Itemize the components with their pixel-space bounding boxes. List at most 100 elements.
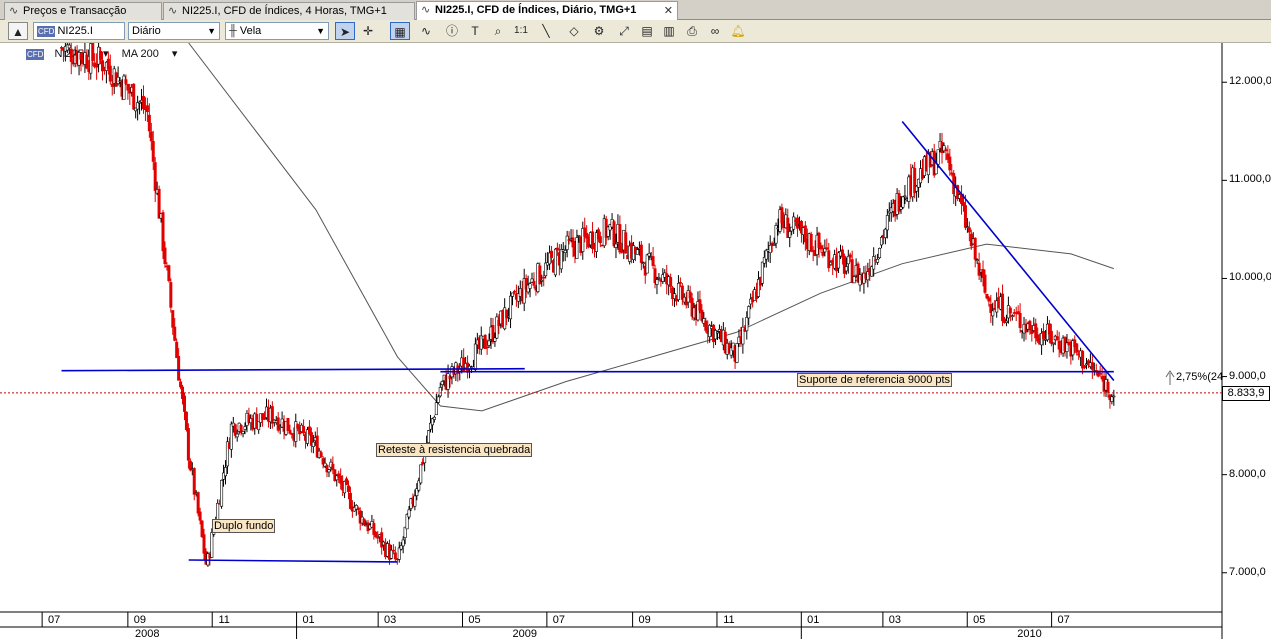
x-tick-label: 11 bbox=[723, 614, 735, 626]
candle-body bbox=[780, 207, 784, 224]
print-icon[interactable]: ⎙ bbox=[682, 22, 702, 40]
cursor-icon[interactable]: ➤ bbox=[335, 22, 355, 40]
candle-body bbox=[827, 250, 831, 269]
candle-body bbox=[319, 452, 323, 457]
candle-body bbox=[936, 149, 940, 165]
candle-body bbox=[883, 228, 887, 238]
expand-icon[interactable]: ⤢ bbox=[614, 22, 634, 40]
candle-body bbox=[356, 507, 360, 510]
candle-body bbox=[735, 343, 739, 363]
candle-body bbox=[655, 279, 659, 285]
candle-body bbox=[577, 234, 581, 237]
candle-body bbox=[436, 396, 440, 403]
x-tick-label: 07 bbox=[1057, 614, 1070, 626]
x-tick-label: 09 bbox=[133, 614, 146, 626]
candle-body bbox=[509, 295, 513, 320]
close-icon[interactable]: ✕ bbox=[664, 3, 673, 19]
candle-body bbox=[179, 381, 183, 388]
candle-body bbox=[1001, 293, 1005, 322]
candle-body bbox=[276, 417, 280, 431]
tab-ni225-daily[interactable]: ∿ NI225.I, CFD de Índices, Diário, TMG+1 … bbox=[416, 1, 678, 20]
candle-body bbox=[95, 64, 99, 68]
candle-body bbox=[413, 495, 417, 507]
ma-200-polyline bbox=[188, 43, 1114, 412]
candle-body bbox=[286, 417, 290, 431]
zoom-reset-button[interactable]: 1:1 bbox=[511, 22, 531, 40]
eraser-icon[interactable]: ◇ bbox=[564, 22, 584, 40]
annotation-double-bottom[interactable]: Duplo fundo bbox=[212, 519, 276, 533]
chart-type-select[interactable]: ╫ Vela ▼ bbox=[225, 22, 329, 40]
template-icon[interactable]: ▤ bbox=[637, 22, 657, 40]
candle-body bbox=[69, 48, 73, 62]
candle-body bbox=[192, 468, 196, 495]
candle-body bbox=[485, 346, 489, 349]
period-select[interactable]: Diário ▼ bbox=[128, 22, 220, 40]
zoom-icon[interactable]: ⌕ bbox=[488, 22, 508, 40]
candle-body bbox=[977, 262, 981, 276]
candle-body bbox=[559, 248, 563, 270]
candle-body bbox=[876, 258, 880, 263]
candle-body bbox=[432, 416, 436, 420]
export-icon[interactable]: ▥ bbox=[659, 22, 679, 40]
line-icon[interactable]: ╲ bbox=[536, 22, 556, 40]
y-tick-label: 11.000,0 bbox=[1229, 173, 1271, 186]
symbol-value: NI225.I bbox=[57, 25, 93, 37]
candle-body bbox=[973, 237, 977, 260]
x-tick-label: 11 bbox=[218, 614, 230, 626]
indicator-icon[interactable]: ∿ bbox=[416, 22, 436, 40]
candle-body bbox=[676, 283, 680, 300]
ma-200-line bbox=[188, 43, 1114, 412]
trendline bbox=[901, 120, 1115, 381]
candle-body bbox=[210, 532, 214, 558]
y-tick-label: 9.000,0 bbox=[1229, 369, 1266, 382]
candle-body bbox=[132, 83, 136, 110]
candle-body bbox=[669, 277, 673, 287]
candle-body bbox=[944, 149, 948, 152]
candle-body bbox=[163, 247, 167, 264]
candle-body bbox=[407, 509, 411, 518]
candles bbox=[59, 43, 1116, 567]
candle-body bbox=[391, 549, 395, 552]
symbol-input[interactable]: CFD NI225.I bbox=[33, 22, 125, 40]
alert-bell-icon[interactable]: 🔔︎ bbox=[728, 22, 748, 40]
x-tick-label: 03 bbox=[384, 614, 397, 626]
candle-body bbox=[362, 518, 366, 525]
candle-body bbox=[1075, 343, 1079, 353]
candle-body bbox=[110, 83, 114, 87]
crosshair-icon[interactable]: ✛ bbox=[358, 22, 378, 40]
candle-body bbox=[512, 290, 516, 293]
annotation-support[interactable]: Suporte de referencia 9000 pts bbox=[797, 373, 953, 387]
settings-icon[interactable]: ⚙ bbox=[589, 22, 609, 40]
candle-body bbox=[540, 280, 544, 282]
candle-body bbox=[202, 534, 206, 554]
grid-icon[interactable]: ▦ bbox=[390, 22, 410, 40]
binoculars-icon[interactable]: ∞ bbox=[705, 22, 725, 40]
candle-body bbox=[196, 492, 200, 514]
x-tick-label: 07 bbox=[48, 614, 61, 626]
candle-body bbox=[1083, 365, 1087, 368]
price-chart[interactable] bbox=[0, 43, 1271, 639]
candle-body bbox=[223, 467, 227, 477]
candle-body bbox=[288, 429, 292, 434]
candle-body bbox=[651, 256, 655, 266]
info-icon[interactable]: ⓘ bbox=[442, 22, 462, 40]
tab-precos[interactable]: ∿ Preços e Transacção bbox=[4, 2, 162, 20]
candle-body bbox=[575, 237, 579, 259]
candle-body bbox=[173, 326, 177, 341]
candle-body bbox=[427, 430, 431, 443]
text-icon[interactable]: T bbox=[465, 22, 485, 40]
tab-ni225-4h[interactable]: ∿ NI225.I, CFD de Índices, 4 Horas, TMG+1 bbox=[163, 2, 415, 20]
annotation-retest[interactable]: Reteste à resistencia quebrada bbox=[376, 443, 533, 457]
chart-icon: ∿ bbox=[421, 4, 431, 16]
percent-change-label: 2,75%(24 bbox=[1176, 371, 1224, 383]
candle-body bbox=[401, 539, 405, 547]
tab-label: NI225.I, CFD de Índices, 4 Horas, TMG+1 bbox=[182, 5, 387, 17]
candle-body bbox=[963, 205, 967, 228]
collapse-button[interactable]: ▲ bbox=[8, 22, 28, 40]
x-tick-label: 05 bbox=[468, 614, 481, 626]
candle-body bbox=[879, 237, 883, 246]
candle-body bbox=[243, 426, 247, 430]
candle-body bbox=[374, 532, 378, 538]
candle-body bbox=[186, 428, 190, 461]
candle-body bbox=[532, 280, 536, 286]
